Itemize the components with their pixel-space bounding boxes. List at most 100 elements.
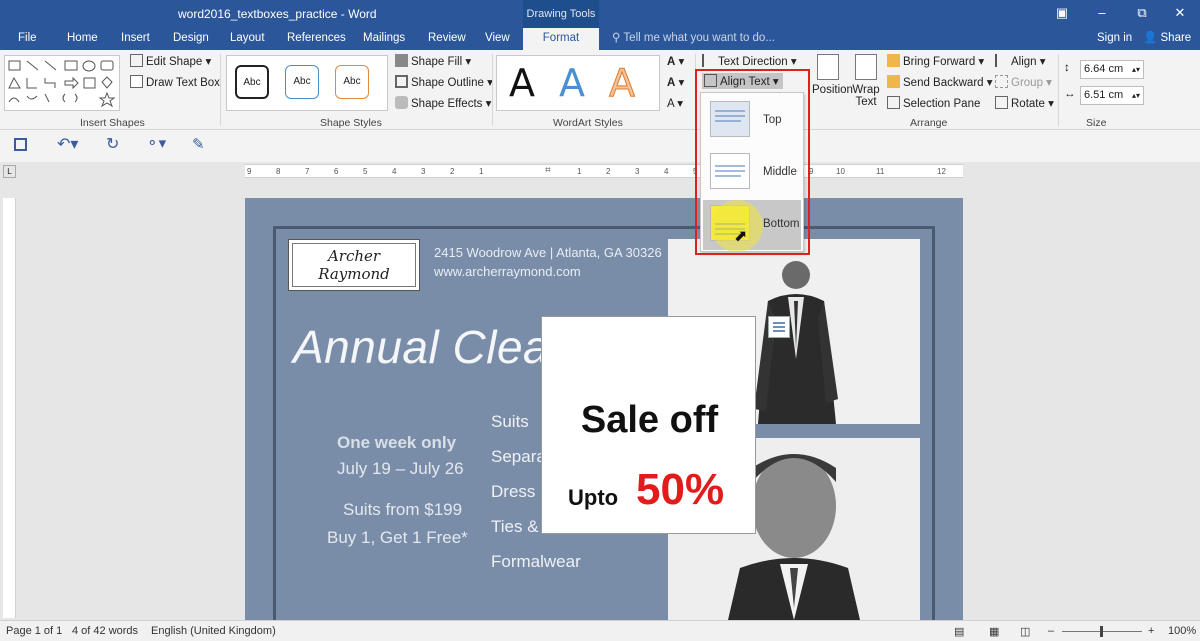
tab-format[interactable]: Format <box>523 28 599 50</box>
text-direction-button[interactable]: Text Direction ▾ <box>702 54 797 68</box>
draw-text-box-button[interactable]: Draw Text Box <box>130 75 220 89</box>
tab-review[interactable]: Review <box>428 28 466 50</box>
align-button[interactable]: Align ▾ <box>995 54 1046 68</box>
language-indicator[interactable]: English (United Kingdom) <box>151 625 276 637</box>
read-mode-icon[interactable]: ▤ <box>954 625 964 638</box>
tab-home[interactable]: Home <box>67 28 98 50</box>
logo-line-2: Raymond <box>293 265 415 283</box>
text-effects-icon[interactable]: A ▾ <box>667 96 683 110</box>
group-button[interactable]: Group ▾ <box>995 75 1052 89</box>
pencil-icon <box>395 75 408 88</box>
redo-icon[interactable]: ↻ <box>106 134 119 154</box>
shape-height-value: 6.64 cm <box>1084 63 1123 75</box>
shape-styles-group-label: Shape Styles <box>320 117 382 129</box>
customize-icon[interactable]: ✎ <box>192 135 205 153</box>
position-button[interactable]: Position <box>812 54 844 96</box>
tab-references[interactable]: References <box>287 28 346 50</box>
print-layout-icon[interactable]: ▦ <box>989 625 999 638</box>
height-icon: ↕ <box>1064 62 1070 74</box>
tab-layout[interactable]: Layout <box>230 28 265 50</box>
wordart-gallery[interactable]: A A A <box>496 55 660 111</box>
menu-item: Separa <box>491 447 546 467</box>
selection-pane-button[interactable]: Selection Pane <box>887 96 980 110</box>
tab-selector[interactable]: L <box>3 165 16 178</box>
web-layout-icon[interactable]: ◫ <box>1020 625 1030 638</box>
touch-mode-icon[interactable]: ⚬▾ <box>146 134 166 152</box>
edit-shape-button[interactable]: Edit Shape ▾ <box>130 54 211 68</box>
logo-box[interactable]: Archer Raymond <box>288 239 420 291</box>
wrap-text-button[interactable]: Wrap Text <box>850 54 882 108</box>
suits-from-text: Suits from $199 <box>343 500 462 520</box>
document-page[interactable]: Archer Raymond 2415 Woodrow Ave | Atlant… <box>245 198 963 620</box>
undo-icon[interactable]: ↶▾ <box>57 134 78 154</box>
restore-icon[interactable]: ⧉ <box>1132 4 1152 22</box>
insert-shapes-group-label: Insert Shapes <box>80 117 145 129</box>
edit-shape-label: Edit Shape <box>146 56 202 68</box>
selection-pane-icon <box>887 96 900 109</box>
text-outline-icon[interactable]: A ▾ <box>667 75 684 89</box>
ruler-tick-label: 1 <box>577 167 581 176</box>
shape-outline-button[interactable]: Shape Outline ▾ <box>395 75 493 89</box>
zoom-slider-thumb[interactable] <box>1100 626 1103 637</box>
bring-forward-button[interactable]: Bring Forward ▾ <box>887 54 984 68</box>
ribbon-display-icon[interactable]: ▣ <box>1052 4 1072 22</box>
shape-fill-button[interactable]: Shape Fill ▾ <box>395 54 471 68</box>
ruler-tick-label: 3 <box>421 167 425 176</box>
tab-design[interactable]: Design <box>173 28 209 50</box>
horizontal-ruler[interactable]: 9 8 7 6 5 4 3 2 1 ⌗ 1 2 3 4 5 6 7 8 9 10… <box>245 164 963 178</box>
tab-insert[interactable]: Insert <box>121 28 150 50</box>
wrap-text-icon <box>855 54 877 80</box>
share-button[interactable]: 👤 Share <box>1143 28 1191 50</box>
tab-file[interactable]: File <box>18 28 37 50</box>
wordart-orange[interactable]: A <box>609 62 635 104</box>
page-count[interactable]: Page 1 of 1 <box>6 625 62 637</box>
shape-effects-label: Shape Effects <box>411 98 482 110</box>
menu-item: Formalwear <box>491 552 581 572</box>
sale-text-box[interactable]: Sale off Upto 50% <box>541 316 756 534</box>
sign-in-link[interactable]: Sign in <box>1097 28 1132 50</box>
address-text: 2415 Woodrow Ave | Atlanta, GA 30326 <box>434 245 662 260</box>
share-label: Share <box>1161 32 1192 44</box>
wordart-black[interactable]: A <box>509 62 535 104</box>
minimize-icon[interactable]: – <box>1092 4 1112 22</box>
wordart-blue[interactable]: A <box>559 62 585 104</box>
zoom-out-icon[interactable]: – <box>1048 625 1054 637</box>
send-backward-button[interactable]: Send Backward ▾ <box>887 75 993 89</box>
text-fill-icon[interactable]: A ▾ <box>667 54 684 68</box>
drawing-tools-label: Drawing Tools <box>523 0 599 28</box>
text-box-icon <box>130 75 143 88</box>
arrange-group-label: Arrange <box>910 117 947 129</box>
shape-outline-label: Shape Outline <box>411 77 484 89</box>
percent-text: 50% <box>636 465 724 515</box>
sale-off-text: Sale off <box>542 399 757 442</box>
style-chip-orange[interactable]: Abc <box>335 65 369 99</box>
spinner-icon[interactable]: ▴▾ <box>1132 61 1140 78</box>
tab-view[interactable]: View <box>485 28 510 50</box>
save-icon[interactable] <box>14 138 27 151</box>
shape-height-input[interactable]: 6.64 cm ▴▾ <box>1080 60 1144 79</box>
logo-text: Archer Raymond <box>292 243 416 287</box>
shape-effects-button[interactable]: Shape Effects ▾ <box>395 96 491 110</box>
zoom-in-icon[interactable]: + <box>1148 625 1154 637</box>
shape-width-input[interactable]: 6.51 cm▴▾ <box>1080 86 1144 105</box>
tell-me-search[interactable]: ⚲ Tell me what you want to do... <box>612 28 775 50</box>
shapes-gallery[interactable] <box>4 55 120 111</box>
shape-styles-gallery[interactable]: Abc Abc Abc <box>226 55 388 111</box>
tab-mailings[interactable]: Mailings <box>363 28 405 50</box>
style-chip-blue[interactable]: Abc <box>285 65 319 99</box>
layout-options-icon[interactable] <box>768 316 790 338</box>
close-icon[interactable]: ✕ <box>1170 4 1190 22</box>
spinner-icon[interactable]: ▴▾ <box>1132 87 1140 104</box>
style-chip-dark[interactable]: Abc <box>235 65 269 99</box>
zoom-level[interactable]: 100% <box>1168 625 1196 637</box>
ruler-tick-label: 9 <box>247 167 251 176</box>
width-icon: ↔ <box>1064 88 1076 100</box>
vertical-ruler[interactable] <box>3 198 16 618</box>
bogo-text: Buy 1, Get 1 Free* <box>327 528 468 548</box>
edit-shape-icon <box>130 54 143 67</box>
word-count[interactable]: 4 of 42 words <box>72 625 138 637</box>
indent-marker-icon[interactable]: ⌗ <box>545 165 551 176</box>
ruler-tick-label: 12 <box>937 167 946 176</box>
quick-access-toolbar: ↶▾ ↻ ⚬▾ ✎ <box>0 130 1200 162</box>
rotate-button[interactable]: Rotate ▾ <box>995 96 1054 110</box>
